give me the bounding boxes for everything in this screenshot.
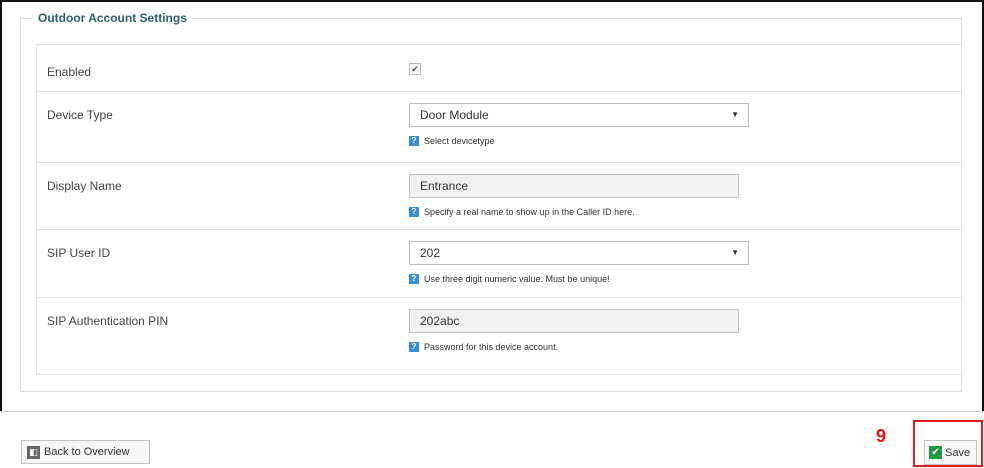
sip-user-id-label: SIP User ID	[47, 246, 111, 260]
help-icon: ?	[409, 274, 419, 284]
back-icon: ◧	[27, 445, 40, 459]
dropdown-arrow-icon: ▼	[731, 248, 739, 257]
sip-pin-help-text: Password for this device account.	[424, 342, 559, 352]
dropdown-arrow-icon: ▼	[731, 110, 739, 119]
fieldset-legend: Outdoor Account Settings	[32, 11, 193, 25]
help-icon: ?	[409, 342, 419, 352]
enabled-checkbox[interactable]: ✔	[409, 63, 421, 75]
enabled-label: Enabled	[47, 65, 92, 79]
display-name-row: Display Name Entrance ? Specify a real n…	[36, 163, 962, 230]
content-divider	[0, 411, 984, 412]
sip-pin-help: ? Password for this device account.	[409, 342, 558, 352]
step-number: 9	[876, 426, 887, 446]
device-type-select[interactable]: Door Module ▼	[409, 103, 749, 127]
sip-pin-row: SIP Authentication PIN 202abc ? Password…	[36, 298, 962, 375]
display-name-input[interactable]: Entrance	[409, 174, 739, 198]
device-type-row: Device Type Door Module ▼ ? Select devic…	[36, 92, 962, 163]
sip-user-id-value: 202	[420, 246, 441, 260]
sip-user-id-help: ? Use three digit numeric value. Must be…	[409, 274, 610, 284]
display-name-label: Display Name	[47, 179, 122, 193]
help-icon: ?	[409, 136, 419, 146]
frame-left-border	[0, 0, 2, 412]
sip-user-id-select[interactable]: 202 ▼	[409, 241, 749, 265]
save-button[interactable]: ✔ Save	[924, 440, 977, 465]
device-type-value: Door Module	[420, 108, 489, 122]
save-check-icon: ✔	[929, 446, 942, 459]
device-type-label: Device Type	[47, 108, 113, 122]
display-name-help: ? Specify a real name to show up in the …	[409, 207, 635, 217]
enabled-row: Enabled ✔	[36, 45, 962, 92]
back-button-label: Back to Overview	[44, 446, 130, 458]
sip-pin-label: SIP Authentication PIN	[47, 314, 169, 328]
help-icon: ?	[409, 207, 419, 217]
sip-user-id-row: SIP User ID 202 ▼ ? Use three digit nume…	[36, 230, 962, 298]
device-type-help: ? Select devicetype	[409, 136, 495, 146]
frame-top-border	[0, 0, 984, 2]
save-button-label: Save	[945, 446, 971, 459]
sip-user-id-help-text: Use three digit numeric value. Must be u…	[424, 274, 610, 284]
device-type-help-text: Select devicetype	[424, 136, 495, 146]
sip-pin-input[interactable]: 202abc	[409, 309, 739, 333]
settings-form: Enabled ✔ Device Type Door Module ▼ ? Se…	[36, 44, 962, 375]
back-to-overview-button[interactable]: ◧ Back to Overview	[21, 440, 150, 464]
display-name-help-text: Specify a real name to show up in the Ca…	[424, 207, 635, 217]
